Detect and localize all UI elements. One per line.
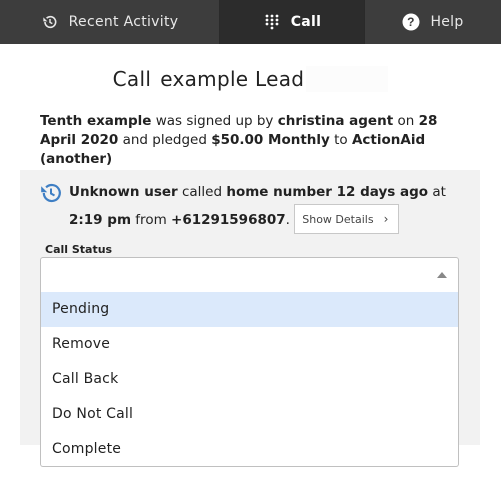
- option-complete[interactable]: Complete: [41, 432, 458, 467]
- signup-summary: Tenth example was signed up by christina…: [40, 112, 460, 169]
- tab-label: Help: [430, 14, 464, 30]
- call-text: .: [285, 212, 290, 228]
- summary-text: and pledged: [118, 132, 212, 148]
- show-details-label: Show Details: [302, 212, 374, 226]
- call-text: at: [428, 184, 446, 200]
- top-navigation: Recent Activity Call ? Help: [0, 0, 501, 44]
- dialpad-icon: [263, 13, 281, 31]
- call-history-icon: [39, 181, 63, 205]
- option-remove[interactable]: Remove: [41, 327, 458, 362]
- option-do-not-call[interactable]: Do Not Call: [41, 397, 458, 432]
- option-pending[interactable]: Pending: [41, 292, 458, 327]
- tab-label: Call: [290, 14, 322, 30]
- tab-call[interactable]: Call: [220, 0, 365, 44]
- last-call-info: Unknown user called home number 12 days …: [69, 180, 469, 235]
- supporter-name: Tenth example: [40, 113, 152, 129]
- tab-recent-activity[interactable]: Recent Activity: [0, 0, 220, 44]
- agent-name: christina agent: [277, 113, 394, 129]
- help-icon: ?: [402, 13, 420, 31]
- svg-text:?: ?: [408, 15, 416, 29]
- caller-name: Unknown user: [69, 184, 178, 200]
- show-details-button[interactable]: Show Details ›: [294, 204, 400, 234]
- lead-name: example Lead: [160, 67, 305, 91]
- summary-text: was signed up by: [151, 113, 278, 129]
- call-label: Call: [112, 67, 152, 91]
- history-icon: [41, 13, 59, 31]
- call-status-select[interactable]: [40, 257, 459, 293]
- caret-up-icon: [437, 272, 447, 278]
- chevron-right-icon: ›: [383, 211, 389, 226]
- call-status-label: Call Status: [45, 243, 113, 256]
- pledge-amount: $50.00 Monthly: [211, 132, 330, 148]
- option-call-back[interactable]: Call Back: [41, 362, 458, 397]
- call-target: home number 12 days ago: [226, 184, 429, 200]
- lead-name-placeholder: [306, 66, 389, 92]
- call-text: called: [177, 184, 227, 200]
- call-status-options: Pending Remove Call Back Do Not Call Com…: [40, 292, 459, 467]
- page-title: Call example Lead: [0, 66, 501, 92]
- caller-number: +61291596807: [171, 212, 286, 228]
- summary-text: to: [329, 132, 352, 148]
- call-text: from: [131, 212, 172, 228]
- summary-text: on: [393, 113, 419, 129]
- call-time: 2:19 pm: [69, 212, 132, 228]
- tab-label: Recent Activity: [68, 14, 179, 30]
- tab-help[interactable]: ? Help: [365, 0, 501, 44]
